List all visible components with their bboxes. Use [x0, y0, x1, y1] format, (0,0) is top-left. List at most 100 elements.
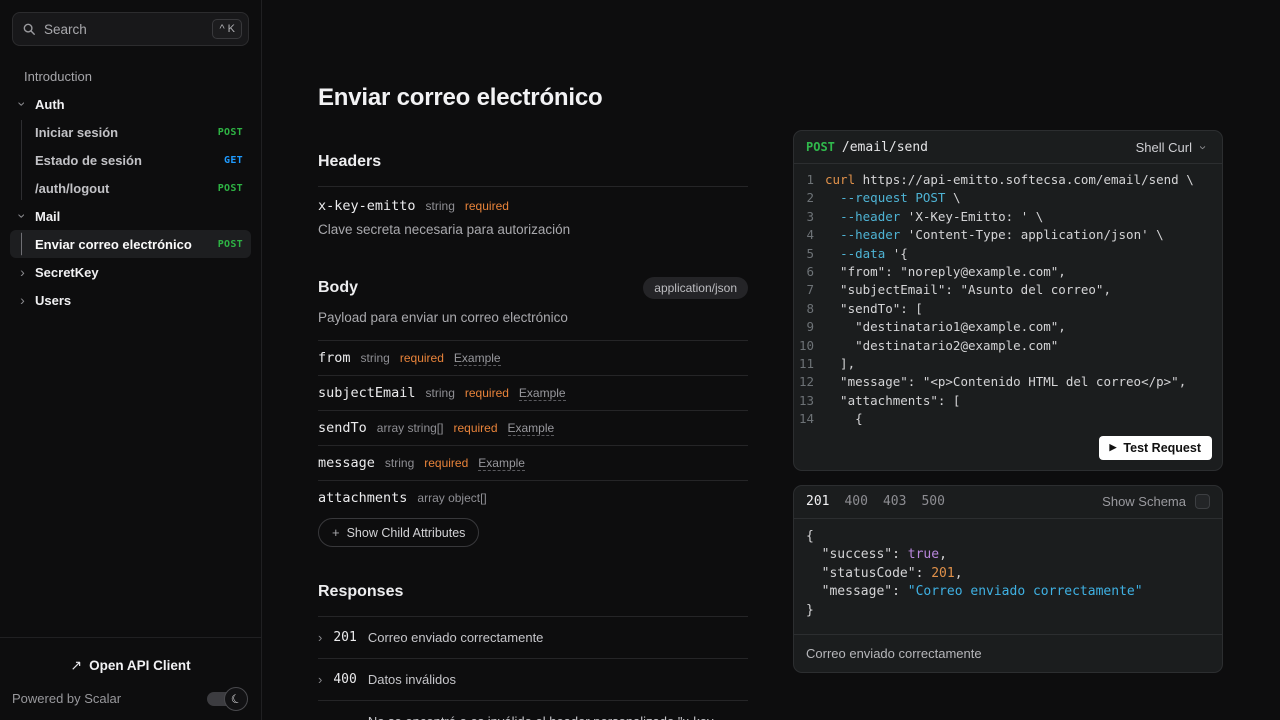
token-pln: "success": [806, 547, 908, 563]
field-name: attachments [318, 490, 408, 506]
sidebar-group-secretkey[interactable]: › SecretKey [0, 258, 261, 286]
response-json-block[interactable]: { "success": true, "statusCode": 201, "m… [794, 519, 1222, 634]
code-line-content: "destinatario2@example.com" [825, 337, 1058, 355]
code-line-content: curl https://api-emitto.softecsa.com/ema… [825, 171, 1194, 189]
field-example-link[interactable]: Example [478, 456, 525, 471]
sidebar-item-auth-logout[interactable]: /auth/logout POST [10, 174, 251, 202]
field-required-badge: required [464, 199, 509, 213]
line-number: 3 [806, 208, 814, 224]
sidebar: Search ^ K Introduction › Auth Iniciar sesi… [0, 0, 262, 720]
field-row-message: message string required Example [318, 445, 748, 480]
code-line-content: --request POST \ [825, 189, 960, 207]
show-child-attributes-button[interactable]: + Show Child Attributes [318, 518, 480, 547]
code-line: 7 "subjectEmail": "Asunto del correo", [794, 281, 1222, 299]
code-line: 6 "from": "noreply@example.com", [794, 263, 1222, 281]
method-badge: POST [217, 126, 243, 138]
sidebar-footer: ↗ Open API Client Powered by Scalar ☾ [0, 637, 261, 720]
line-number: 2 [806, 190, 814, 206]
play-icon: ▶ [1109, 442, 1117, 453]
token-pln: "subjectEmail": "Asunto del correo", [825, 282, 1111, 298]
field-type: string [384, 456, 415, 470]
token-flag: --header [840, 227, 901, 243]
line-number: 6 [806, 264, 814, 280]
field-row-attachments: attachments array object[] [318, 480, 748, 515]
field-line: message string required Example [318, 455, 748, 471]
chevron-down-icon: › [14, 101, 31, 107]
response-tab-403[interactable]: 403 [883, 494, 906, 509]
field-type: string [425, 386, 455, 400]
field-row-subjectemail: subjectEmail string required Example [318, 375, 748, 410]
method-badge: POST [217, 182, 243, 194]
sidebar-group-children: Enviar correo electrónico POST [0, 230, 261, 258]
token-pln: '{ [885, 245, 908, 261]
response-card-header: 201 400 403 500 Show Schema [794, 486, 1222, 519]
line-number: 14 [798, 411, 814, 427]
sidebar-group-auth[interactable]: › Auth [0, 90, 261, 118]
dark-mode-toggle[interactable]: ☾ [207, 686, 248, 711]
request-code-block[interactable]: 1 curl https://api-emitto.softecsa.com/em… [794, 164, 1222, 431]
line-number: 10 [798, 337, 814, 353]
field-description: Clave secreta necesaria para autorizació… [318, 222, 571, 237]
response-row-403[interactable]: ›403No se encontró o es inválido el head… [318, 701, 748, 720]
sidebar-group-users[interactable]: › Users [0, 286, 261, 314]
open-api-client-button[interactable]: ↗ Open API Client [12, 648, 249, 682]
field-required-badge: required [453, 421, 498, 435]
request-example-card: POST /email/send Shell Curl › 1 curl http… [793, 130, 1223, 471]
chevron-right-icon: › [318, 630, 323, 645]
sidebar-group-mail[interactable]: › Mail [0, 202, 261, 230]
sidebar-item-estado-de-sesi-n[interactable]: Estado de sesión GET [10, 146, 251, 174]
body-section-description: Payload para enviar un correo electrónic… [318, 310, 568, 325]
right-panel: POST /email/send Shell Curl › 1 curl http… [793, 0, 1223, 673]
code-line: } [806, 602, 1210, 621]
sidebar-item-introduction[interactable]: Introduction [0, 62, 261, 90]
search-input[interactable]: Search ^ K [12, 12, 249, 46]
code-line: 2 --request POST \ [794, 189, 1222, 207]
code-line-content: "sendTo": [ [825, 300, 923, 318]
code-line: "statusCode": 201, [806, 565, 1210, 584]
powered-by-scalar-link[interactable]: Powered by Scalar [12, 691, 121, 706]
request-path-label: /email/send [841, 139, 928, 155]
line-number: 12 [798, 374, 814, 390]
show-schema-checkbox[interactable] [1195, 494, 1210, 510]
field-line: subjectEmail string required Example [318, 385, 748, 401]
field-type: string [425, 199, 455, 213]
token-flag: --data [840, 245, 886, 261]
response-description: Correo enviado correctamente [367, 630, 544, 645]
sidebar-item-enviar-correo-electr-nico[interactable]: Enviar correo electrónico POST [10, 230, 251, 258]
body-section-title: Body [318, 279, 358, 296]
token-pln [825, 227, 840, 242]
token-pln: "destinatario1@example.com", [825, 319, 1066, 335]
line-number: 5 [806, 245, 814, 261]
token-pln: "message": [806, 584, 908, 600]
response-tab-500[interactable]: 500 [921, 494, 944, 509]
request-card-header: POST /email/send Shell Curl › [794, 131, 1222, 164]
response-tab-201[interactable]: 201 [806, 494, 829, 509]
request-card-footer: ▶ Test Request [794, 431, 1222, 470]
response-description: Datos inválidos [367, 672, 456, 687]
field-line: sendTo array string[] required Example [318, 420, 748, 436]
field-example-link[interactable]: Example [507, 421, 555, 436]
code-line-content: "attachments": [ [825, 392, 960, 410]
token-pln: 'Content-Type: application/json' \ [900, 227, 1164, 243]
sidebar-item-iniciar-sesi-n[interactable]: Iniciar sesión POST [10, 118, 251, 146]
moon-icon: ☾ [228, 690, 244, 707]
token-pln: { [806, 528, 814, 544]
response-tab-400[interactable]: 400 [844, 494, 867, 509]
code-line-content: --data '{ [825, 245, 908, 263]
line-number: 7 [806, 282, 814, 298]
sidebar-nav: Introduction › Auth Iniciar sesión POST Estad… [0, 62, 261, 314]
code-line-content: { [825, 410, 863, 428]
code-line-content: "success": true, [806, 546, 947, 565]
code-language-select[interactable]: Shell Curl › [1136, 140, 1211, 155]
field-example-link[interactable]: Example [453, 351, 501, 366]
field-example-link[interactable]: Example [518, 386, 566, 401]
token-pln: \ [945, 190, 961, 206]
chevron-down-icon: › [1196, 144, 1211, 150]
token-pln: "message": "<p>Contenido HTML del correo… [825, 374, 1187, 390]
token-pln: "destinatario2@example.com" [825, 337, 1059, 353]
response-row-400[interactable]: › 400 Datos inválidos [318, 659, 748, 701]
response-row-201[interactable]: › 201 Correo enviado correctamente [318, 617, 748, 659]
line-number: 1 [806, 172, 814, 187]
test-request-button[interactable]: ▶ Test Request [1098, 435, 1212, 460]
field-required-badge: required [399, 351, 444, 365]
